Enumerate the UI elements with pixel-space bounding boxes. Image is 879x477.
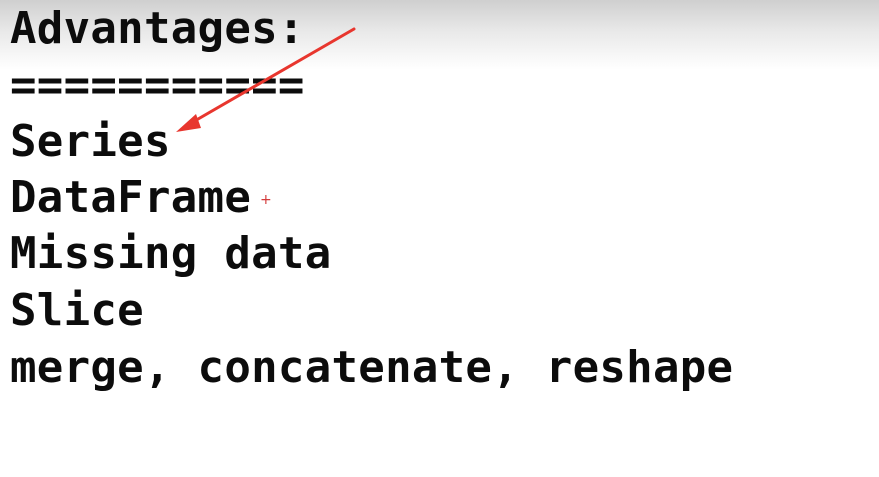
annotation-arrow — [176, 27, 356, 132]
